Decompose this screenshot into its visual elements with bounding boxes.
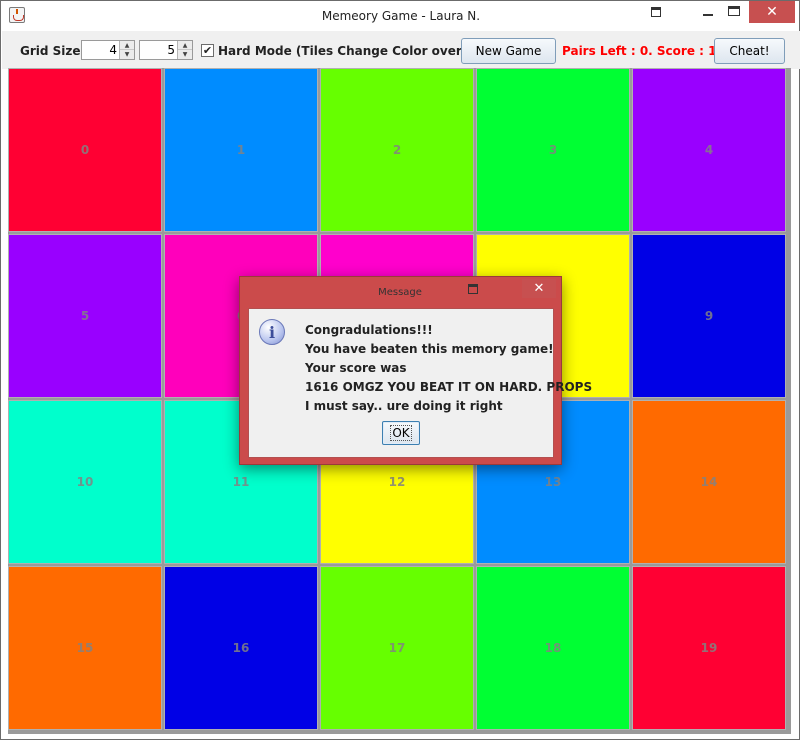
memory-tile[interactable]: 4 [632,68,786,232]
cols-decrement-icon[interactable]: ▼ [178,50,192,59]
maximize-button[interactable] [717,1,751,23]
grid-size-label: Grid Size: [20,44,86,58]
toolbar: Grid Size: 4 ▲ ▼ 5 ▲ ▼ ✔ Hard Mode (Tile… [2,31,800,69]
rows-spinner[interactable]: 4 ▲ ▼ [81,40,135,60]
close-button[interactable]: ✕ [749,1,795,23]
memory-tile[interactable]: 10 [8,400,162,564]
dialog-title: Message [378,287,422,298]
message-line: Congradulations!!! [305,323,433,337]
hard-mode-label[interactable]: Hard Mode (Tiles Change Color over time) [218,44,502,58]
message-line: You have beaten this memory game! [305,342,554,356]
title-bar[interactable]: Memeory Game - Laura N. ✕ [1,1,799,31]
app-window: Memeory Game - Laura N. ✕ Grid Size: 4 ▲… [0,0,800,740]
memory-tile[interactable]: 0 [8,68,162,232]
dialog-restore-icon[interactable] [468,284,478,294]
info-icon: i [259,319,285,345]
memory-tile[interactable]: 16 [164,566,318,730]
memory-tile[interactable]: 14 [632,400,786,564]
memory-tile[interactable]: 15 [8,566,162,730]
memory-tile[interactable]: 9 [632,234,786,398]
memory-tile[interactable]: 5 [8,234,162,398]
message-dialog: Message ✕ i Congradulations!!! You have … [239,276,593,465]
ok-label: OK [390,425,412,441]
close-icon: ✕ [766,4,778,20]
new-game-button[interactable]: New Game [461,38,556,64]
rows-increment-icon[interactable]: ▲ [120,41,134,50]
hard-mode-checkbox[interactable]: ✔ [201,44,214,57]
rows-decrement-icon[interactable]: ▼ [120,50,134,59]
minimize-icon [703,14,713,16]
memory-tile[interactable]: 18 [476,566,630,730]
message-line: I must say.. ure doing it right [305,399,503,413]
cols-spinner[interactable]: 5 ▲ ▼ [139,40,193,60]
cols-increment-icon[interactable]: ▲ [178,41,192,50]
maximize-icon [728,6,740,16]
cheat-button[interactable]: Cheat! [714,38,785,64]
message-line: Your score was [305,361,407,375]
rows-value[interactable]: 4 [109,43,117,57]
dialog-body: i Congradulations!!! You have beaten thi… [248,308,593,458]
memory-tile[interactable]: 19 [632,566,786,730]
memory-tile[interactable]: 2 [320,68,474,232]
cols-value[interactable]: 5 [167,43,175,57]
memory-tile[interactable]: 3 [476,68,630,232]
message-line: 1616 OMGZ YOU BEAT IT ON HARD. PROPS [305,380,593,394]
memory-tile[interactable]: 1 [164,68,318,232]
dialog-message: Congradulations!!! You have beaten this … [305,321,593,416]
ok-button[interactable]: OK [382,421,420,445]
restore-icon[interactable] [639,1,673,23]
dialog-close-button[interactable]: ✕ [522,279,556,298]
window-title: Memeory Game - Laura N. [321,9,481,23]
memory-tile[interactable]: 17 [320,566,474,730]
